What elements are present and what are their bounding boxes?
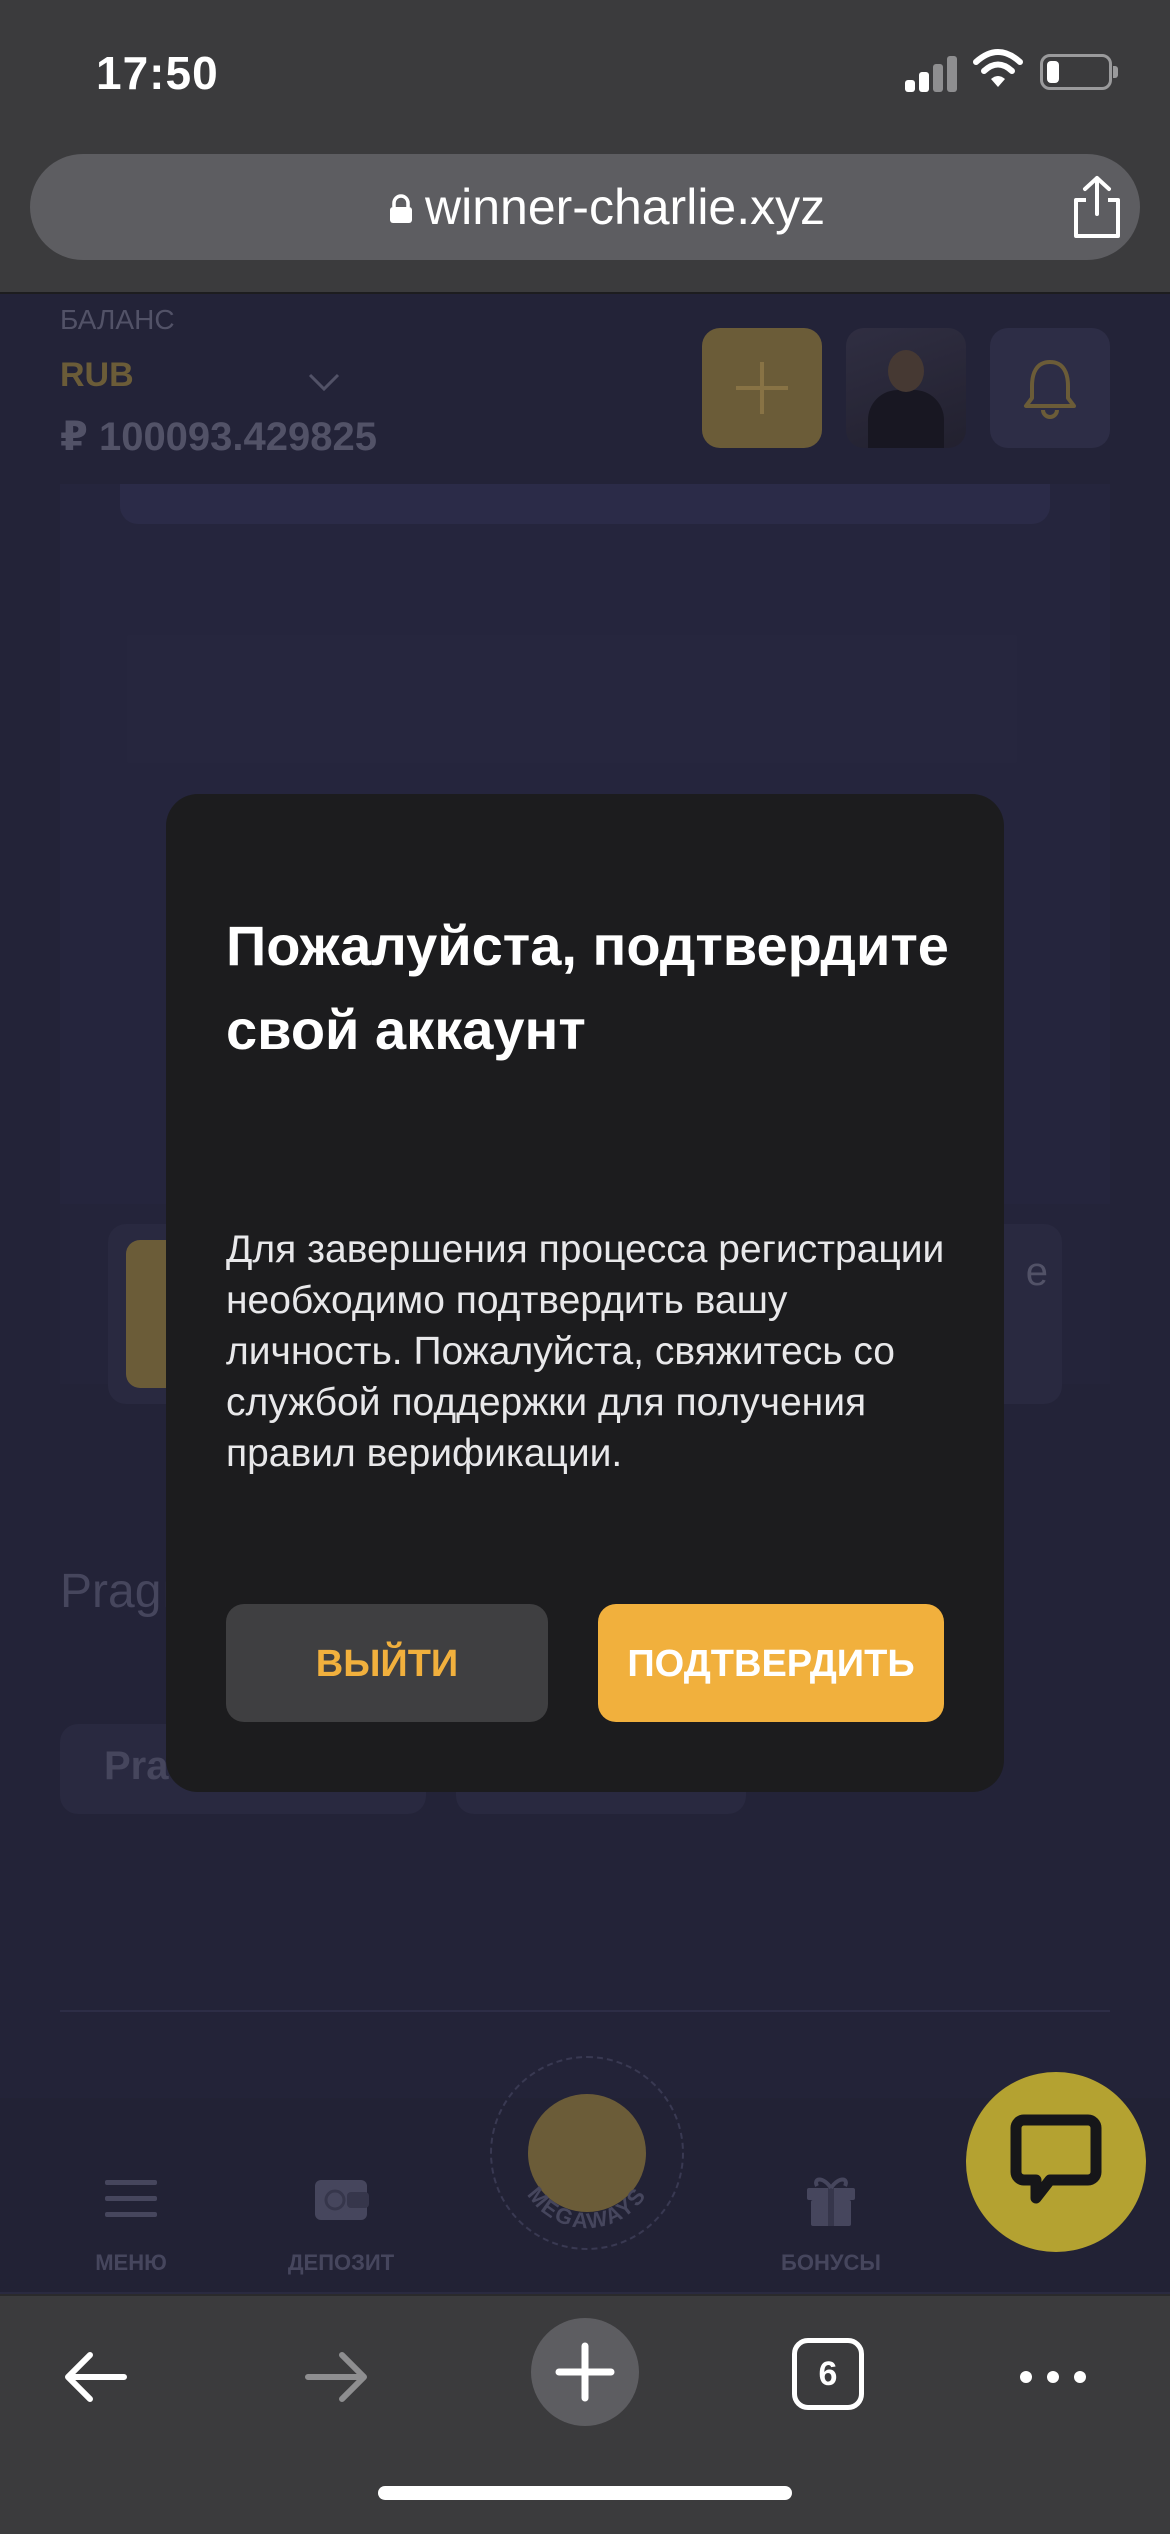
home-indicator [378, 2486, 792, 2500]
tabs-icon[interactable]: 6 [792, 2338, 864, 2410]
confirm-button[interactable]: ПОДТВЕРДИТЬ [598, 1604, 944, 1722]
avatar-body [868, 390, 944, 448]
confirm-button-label: ПОДТВЕРДИТЬ [627, 1643, 915, 1685]
section-title: Pragı [60, 1565, 175, 1618]
divider [60, 2010, 1110, 2012]
wifi-icon [973, 49, 1023, 87]
new-tab-plus [555, 2342, 615, 2402]
center-badge-text: MEGAWAYS [523, 2182, 650, 2234]
status-time: 17:50 [96, 47, 219, 99]
promo-card-text: e [1025, 1250, 1048, 1294]
provider-pill-label: Pra [104, 1744, 169, 1788]
nav-deposit-label: ДЕПОЗИТ [287, 2250, 395, 2275]
address-url[interactable]: winner-charlie.xyz [425, 178, 825, 236]
lock-icon [390, 194, 412, 223]
balance-value: ₽ 100093.429825 [60, 415, 378, 459]
status-bar: 17:50 [0, 0, 1170, 142]
avatar-head [888, 350, 924, 392]
battery-icon [1040, 54, 1118, 90]
browser-address-area: winner-charlie.xyz [0, 142, 1170, 294]
chevron-down-icon[interactable] [308, 372, 340, 392]
nav-center-badge[interactable]: MEGAWAYS [490, 2056, 684, 2250]
more-icon[interactable] [1016, 2332, 1090, 2422]
center-badge-ring: MEGAWAYS [523, 2182, 652, 2234]
verify-account-modal: Пожалуйста, подтвердите свой аккаунт Для… [166, 794, 1004, 1792]
share-icon[interactable] [1066, 174, 1128, 240]
back-arrow-icon[interactable] [58, 2332, 132, 2422]
deposit-plus-button[interactable] [702, 328, 822, 448]
modal-title: Пожалуйста, подтвердите свой аккаунт [226, 914, 949, 1061]
notifications-button[interactable] [990, 328, 1110, 448]
bell-icon [1024, 360, 1076, 419]
exit-button-label: ВЫЙТИ [315, 1643, 459, 1685]
currency-selector[interactable]: RUB [60, 356, 134, 395]
nav-menu-label: МЕНЮ [95, 2250, 167, 2275]
address-bar[interactable]: winner-charlie.xyz [30, 154, 1140, 260]
wallet-icon [315, 2180, 369, 2220]
menu-icon [105, 2180, 157, 2217]
nav-bonuses-label: БОНУСЫ [781, 2250, 881, 2275]
chat-icon [1010, 2114, 1102, 2204]
tab-count: 6 [818, 2355, 838, 2393]
balance-label: БАЛАНС [60, 304, 175, 335]
svg-text:MEGAWAYS: MEGAWAYS [523, 2182, 652, 2234]
gift-icon [807, 2177, 855, 2226]
signal-icon [905, 52, 961, 92]
new-tab-icon[interactable] [531, 2318, 639, 2426]
exit-button[interactable]: ВЫЙТИ [226, 1604, 548, 1722]
modal-body: Для завершения процесса регистрации необ… [226, 1228, 945, 1475]
chat-button[interactable] [966, 2072, 1146, 2252]
avatar[interactable] [846, 328, 966, 448]
forward-arrow-icon[interactable] [300, 2332, 374, 2422]
banner-tab [120, 484, 1050, 524]
